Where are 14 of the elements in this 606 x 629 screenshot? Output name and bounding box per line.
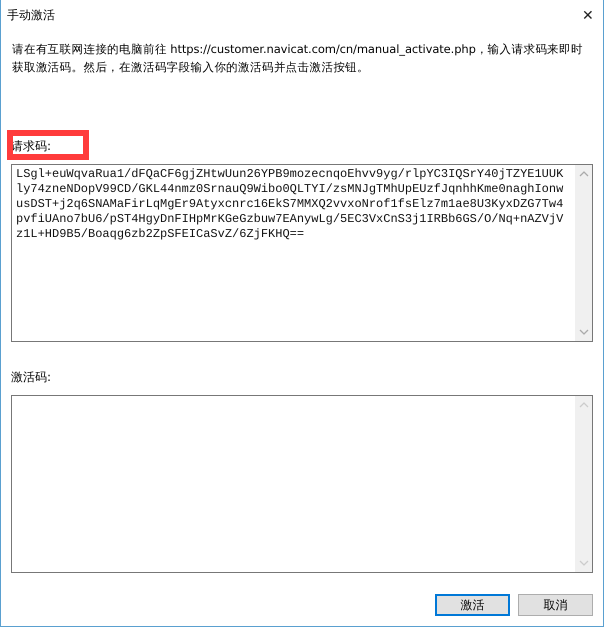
activation-code-field[interactable] (11, 395, 593, 573)
scrollbar[interactable] (575, 396, 592, 572)
instruction-text: 请在有互联网连接的电脑前往 https://customer.navicat.com/cn/manual_activate.php，输入请求码来即时获取激活码。然后，在激活码字段输入你的激活码并点击激活按钮。 (11, 41, 584, 76)
scroll-up-icon[interactable] (578, 402, 588, 408)
window-title: 手动激活 (7, 6, 55, 24)
dialog-button[interactable]: 取消 (518, 594, 593, 616)
request-code-field[interactable]: LSgl+euWqvaRua1/dFQaCF6gjZHtwUun26YPB9mozecnqoEhvv9yg/rlpYC3IQSrY40jTZYE1UUK ly74zneNDopV99CD/GKL44nmz0SrnauQ9Wibo0QLTYI/zsMNJgTMhUpEUzfJqnhhKme0naghIonw usDST+j2q6SNAMaFirLqMgEr9Atyxcnrc16EkS7MMXQ2vvxoNrof1fsElz7m1ae8U3KyxDZG7Tw4 pvfiUAno7bU6/pST4HgyDnFIHpMrKGeGzbuw7EAnywLg/5EC3VxCnS3j1IRBb6GS/O/Nq+nAZVjV z1L+HD9B5/Boaqg6zb2ZpSFEICaSvZ/6ZjFKHQ== (11, 164, 593, 342)
scroll-down-icon[interactable] (578, 329, 588, 335)
scrollbar[interactable] (575, 165, 592, 341)
dialog-button[interactable]: 激活 (435, 594, 510, 616)
field-label: 激活码: (11, 369, 52, 386)
scroll-up-icon[interactable] (578, 171, 588, 177)
close-button[interactable]: ✕ (573, 0, 603, 30)
scroll-down-icon[interactable] (578, 560, 588, 566)
